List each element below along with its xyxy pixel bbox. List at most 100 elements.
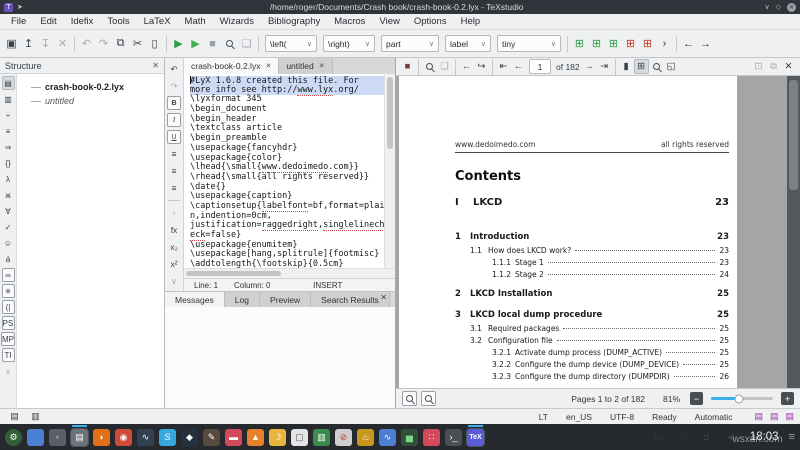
taskbar-krusader[interactable]: ⊘ (335, 429, 352, 446)
fullscreen-icon[interactable]: ◱ (664, 59, 679, 74)
pdf-content[interactable]: www.dedoimedo.com all rights reserved Co… (396, 76, 800, 388)
zoom-fit-width-icon[interactable] (402, 391, 417, 406)
metapost-tab-icon[interactable]: MP (1, 332, 15, 346)
menu-edit[interactable]: Edit (33, 16, 63, 27)
menu-view[interactable]: View (372, 16, 406, 27)
statusbar-lt[interactable]: LT (539, 412, 548, 422)
pdf-document-icon[interactable]: ▤ (754, 411, 763, 422)
toc-configuration-file[interactable]: 3.2 Configuration file 25 (455, 336, 729, 345)
pdf-windowed-icon[interactable]: ⧉ (766, 59, 781, 74)
asterisk-tab-icon[interactable]: ✳ (2, 284, 15, 298)
statusbar-en-us[interactable]: en_US (566, 412, 592, 422)
nav-forward-icon[interactable]: → (697, 35, 714, 53)
undo-icon[interactable]: ↶ (78, 35, 95, 53)
previous-page-icon[interactable]: ← (511, 59, 526, 74)
comment-icon[interactable]: ❑ (238, 35, 255, 53)
undo-icon[interactable]: ↶ (167, 62, 181, 76)
menu-math[interactable]: Math (178, 16, 213, 27)
table-paste-column-icon[interactable]: ⊞ (605, 35, 622, 53)
menu-latex[interactable]: LaTeX (137, 16, 178, 27)
toc-stage-1[interactable]: 1.1.1 Stage 1 23 (455, 258, 729, 267)
messages-tab-messages[interactable]: Messages (165, 292, 225, 307)
taskbar-skype[interactable]: S (159, 429, 176, 446)
minimize-button[interactable]: ∨ (764, 3, 769, 11)
structure-tree-item[interactable]: crash-book-0.2.lyx (19, 80, 162, 94)
taskbar-texstudio-task[interactable]: TeX (467, 429, 484, 446)
checkmark-tab-icon[interactable]: ✓ (2, 220, 15, 234)
table-add-column-icon[interactable]: ⊞ (588, 35, 605, 53)
smiley-tab-icon[interactable]: ☺ (2, 236, 15, 250)
taskbar-vlc[interactable]: ▲ (247, 429, 264, 446)
zoom-fit-page-icon[interactable] (421, 391, 436, 406)
error-marker-icon[interactable]: ■ (400, 59, 415, 74)
pdf-close-icon[interactable]: ✕ (781, 59, 796, 74)
font-size-dropdown[interactable]: tiny∨ (497, 35, 561, 52)
underline-icon[interactable]: U (167, 130, 181, 144)
math-function-icon[interactable]: fx (167, 223, 181, 237)
toc-configure-the-dump-device-dump-device[interactable]: 3.2.2 Configure the dump device (DUMP_DE… (455, 360, 729, 369)
menu-help[interactable]: Help (454, 16, 488, 27)
toc-required-packages[interactable]: 3.1 Required packages 25 (455, 324, 729, 333)
arrows-tab-icon[interactable]: ⇒ (2, 140, 15, 154)
left-delimiter-dropdown[interactable]: \left(∨ (265, 35, 317, 52)
tab-close-icon[interactable]: ✕ (319, 62, 325, 70)
menu-tools[interactable]: Tools (100, 16, 136, 27)
menu-file[interactable]: File (4, 16, 33, 27)
italic-icon[interactable]: I (167, 113, 181, 127)
save-icon[interactable]: ↧ (37, 35, 54, 53)
bookmarks-tab-icon[interactable]: ▥ (2, 92, 15, 106)
toc-lkcd-local-dump-procedure[interactable]: 3 LKCD local dump procedure 25 (455, 310, 729, 320)
tab-close-icon[interactable]: ✕ (265, 62, 271, 70)
taskbar-mixer-app[interactable]: ∷ (423, 429, 440, 446)
last-page-icon[interactable]: ⇥ (597, 59, 612, 74)
taskbar-steam[interactable]: ∿ (137, 429, 154, 446)
statusbar-ready[interactable]: Ready (652, 412, 677, 422)
cyrillic-tab-icon[interactable]: ж (2, 188, 15, 202)
pdf-zoom-tool-icon[interactable] (649, 59, 664, 74)
editor-tab-crash-book-0-2-lyx[interactable]: crash-book-0.2.lyx ✕ (184, 58, 279, 74)
taskbar-file-manager[interactable]: ▤ (71, 429, 88, 446)
toc-how-does-lkcd-work[interactable]: 1.1 How does LKCD work? 23 (455, 246, 729, 255)
close-button[interactable]: ✕ (787, 3, 796, 12)
toc-lkcd-installation[interactable]: 2 LKCD Installation 25 (455, 289, 729, 299)
close-document-icon[interactable]: ✕ (54, 35, 71, 53)
pstricks-tab-icon[interactable]: PS (2, 316, 15, 330)
maximize-button[interactable]: ◇ (776, 3, 781, 11)
cut-icon[interactable]: ✂ (129, 35, 146, 53)
align-right-icon[interactable]: ≡ (167, 181, 181, 195)
align-center-icon[interactable]: ≡ (167, 164, 181, 178)
subscript-icon[interactable]: x₂ (167, 240, 181, 254)
editor-vertical-scrollbar[interactable] (384, 74, 395, 268)
taskbar-terminal[interactable]: ›_ (445, 429, 462, 446)
panel-menu-icon[interactable]: ≡ (789, 431, 795, 443)
toggle-structure-panel-icon[interactable]: ▤ (6, 408, 23, 426)
right-delimiter-dropdown[interactable]: \right)∨ (323, 35, 375, 52)
structure-tree-item[interactable]: untitled (19, 94, 162, 108)
code-area[interactable]: #LyX 1.6.8 created this file. Formore in… (184, 74, 384, 268)
taskbar-show-desktop[interactable] (27, 429, 44, 446)
open-document-icon[interactable]: ↥ (20, 35, 37, 53)
menu-wizards[interactable]: Wizards (213, 16, 261, 27)
single-page-mode-icon[interactable]: ▮ (619, 59, 634, 74)
copy-icon[interactable]: ⧉ (112, 35, 129, 53)
zoom-out-button[interactable]: − (690, 392, 703, 405)
compile-icon[interactable]: ▶ (187, 35, 204, 53)
menu-bibliography[interactable]: Bibliography (261, 16, 327, 27)
paste-icon[interactable]: ▯ (146, 35, 163, 53)
taskbar-system-monitor[interactable]: ∿ (379, 429, 396, 446)
align-left-icon[interactable]: ≡ (167, 147, 181, 161)
toc-stage-2[interactable]: 1.1.2 Stage 2 24 (455, 270, 729, 279)
pdf-document-icon[interactable]: ▤ (785, 411, 794, 422)
format-strip-overflow-icon[interactable]: ∨ (167, 274, 181, 288)
operators-tab-icon[interactable]: ÷ (2, 108, 15, 122)
page-number-input[interactable]: 1 (529, 59, 551, 74)
taskbar-chrome[interactable]: ◉ (115, 429, 132, 446)
bold-icon[interactable]: B (167, 96, 181, 110)
menu-idefix[interactable]: Idefix (64, 16, 101, 27)
pdf-document-icon[interactable]: ▤ (770, 411, 779, 422)
table-remove-row-icon[interactable]: ⊞ (622, 35, 639, 53)
taskbar-text-editor[interactable]: ▢ (291, 429, 308, 446)
taskbar-digikam[interactable]: ◆ (181, 429, 198, 446)
toc-activate-dump-process-dump-active[interactable]: 3.2.1 Activate dump process (DUMP_ACTIVE… (455, 348, 729, 357)
toolbar-overflow-icon[interactable]: › (656, 35, 673, 53)
